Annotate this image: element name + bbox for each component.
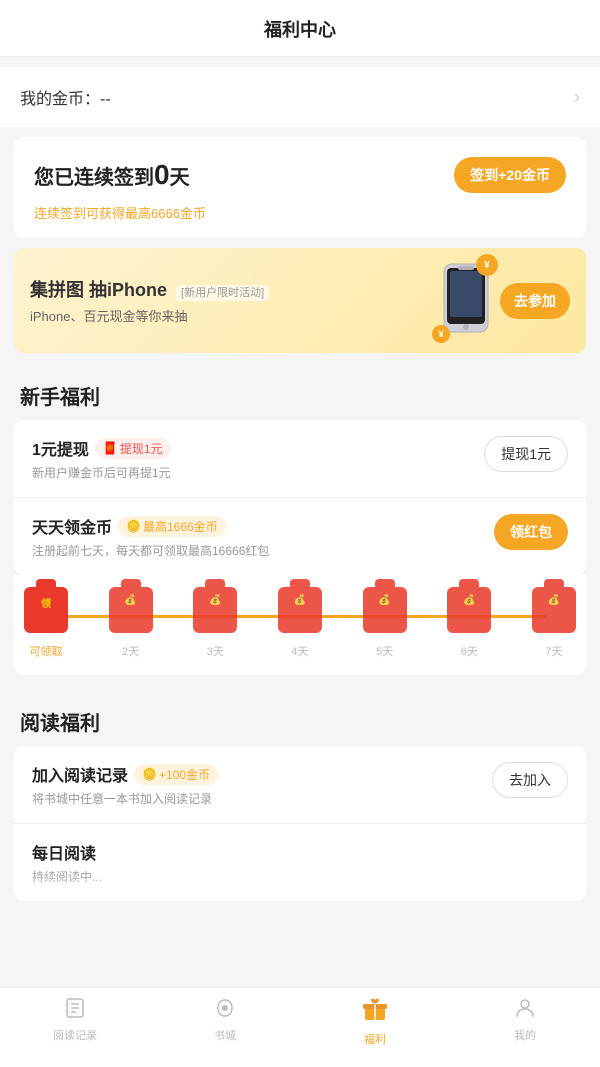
redpack-label-4: 5天 — [376, 643, 393, 659]
welfare-action-2: 领红包 — [494, 514, 568, 550]
reading-tag-1: 🪙 +100金币 — [134, 764, 218, 785]
reading-action-1: 去加入 — [492, 762, 568, 798]
banner-subtitle: iPhone、百元现金等你来抽 — [30, 306, 269, 325]
redpack-bag-5: 💰 — [447, 587, 491, 637]
nav-item-mine[interactable]: 我的 — [450, 996, 600, 1047]
banner-title: 集拼图 抽iPhone [新用户限时活动] — [30, 276, 269, 302]
bottom-nav: 阅读记录 书城 福利 我的 — [0, 987, 600, 1067]
welfare-name-2: 天天领金币 🪙 最高1666金币 — [32, 514, 269, 538]
banner-left: 集拼图 抽iPhone [新用户限时活动] iPhone、百元现金等你来抽 — [30, 276, 269, 325]
redpack-row: 领 可领取 💰 2天 💰 — [14, 575, 586, 675]
redpack-bag-6: 💰 — [532, 587, 576, 637]
redpack-item-6: 💰 7天 — [532, 587, 576, 659]
reading-item-1: 加入阅读记录 🪙 +100金币 将书城中任意一本书加入阅读记录 去加入 — [14, 746, 586, 824]
signin-subtitle: 连续签到可获得最高6666金币 — [34, 203, 566, 222]
reading-welfare-container: 加入阅读记录 🪙 +100金币 将书城中任意一本书加入阅读记录 去加入 — [14, 746, 586, 901]
nav-label-reading: 阅读记录 — [53, 1027, 97, 1043]
coins-label: 我的金币：-- — [20, 85, 111, 109]
welfare-icon — [361, 996, 389, 1028]
coin-decoration: ¥ — [476, 254, 498, 276]
nav-label-bookstore: 书城 — [214, 1027, 236, 1043]
reading-info-1: 加入阅读记录 🪙 +100金币 将书城中任意一本书加入阅读记录 — [32, 762, 218, 807]
redpack-bag-4: 💰 — [363, 587, 407, 637]
reading-desc-1: 将书城中任意一本书加入阅读记录 — [32, 790, 218, 807]
coin-decoration-bottom: ¥ — [432, 325, 450, 343]
redpack-bag-3: 💰 — [278, 587, 322, 637]
nav-label-mine: 我的 — [514, 1027, 536, 1043]
redpack-item-1: 💰 2天 — [109, 587, 153, 659]
beginner-welfare-container: 1元提现 🧧 提现1元 新用户赚金币后可再提1元 提现1元 天天领金币 🪙 — [14, 420, 586, 575]
reading-name-2: 每日阅读 — [32, 840, 102, 864]
signin-button[interactable]: 签到+20金币 — [454, 157, 566, 193]
signin-top: 您已连续签到0天 签到+20金币 — [34, 157, 566, 193]
add-reading-button[interactable]: 去加入 — [492, 762, 568, 798]
redpack-button[interactable]: 领红包 — [494, 514, 568, 550]
signin-card: 您已连续签到0天 签到+20金币 连续签到可获得最高6666金币 — [14, 137, 586, 238]
welfare-info-1: 1元提现 🧧 提现1元 新用户赚金币后可再提1元 — [32, 436, 171, 481]
welfare-name-1: 1元提现 🧧 提现1元 — [32, 436, 171, 460]
welfare-action-1: 提现1元 — [484, 436, 568, 472]
header-title: 福利中心 — [264, 20, 336, 40]
withdraw-button[interactable]: 提现1元 — [484, 436, 568, 472]
redpack-label-6: 7天 — [545, 643, 562, 659]
welfare-desc-1: 新用户赚金币后可再提1元 — [32, 464, 171, 481]
nav-item-reading[interactable]: 阅读记录 — [0, 996, 150, 1047]
welfare-item-1: 1元提现 🧧 提现1元 新用户赚金币后可再提1元 提现1元 — [14, 420, 586, 498]
reading-name-1: 加入阅读记录 🪙 +100金币 — [32, 762, 218, 786]
redpack-label-0: 可领取 — [30, 643, 63, 659]
redpack-bag-2: 💰 — [193, 587, 237, 637]
bookstore-icon — [213, 996, 237, 1024]
nav-item-bookstore[interactable]: 书城 — [150, 996, 300, 1047]
reading-section: 阅读福利 加入阅读记录 🪙 +100金币 将书城中任意一本书加入阅读记录 去加入 — [0, 689, 600, 901]
redpack-label-3: 4天 — [291, 643, 308, 659]
beginner-section-title: 新手福利 — [0, 363, 600, 420]
iphone-banner: 集拼图 抽iPhone [新用户限时活动] iPhone、百元现金等你来抽 ¥ — [14, 248, 586, 353]
reading-item-2: 每日阅读 持续阅读中... — [14, 824, 586, 901]
redpack-item-4: 💰 5天 — [363, 587, 407, 659]
redpack-label-1: 2天 — [122, 643, 139, 659]
welfare-tag-1: 🧧 提现1元 — [95, 438, 171, 459]
welfare-desc-2: 注册起前七天，每天都可领取最高16666红包 — [32, 542, 269, 559]
coins-row[interactable]: 我的金币：-- › — [0, 67, 600, 127]
nav-label-welfare: 福利 — [364, 1031, 386, 1047]
redpack-item-2: 💰 3天 — [193, 587, 237, 659]
page-header: 福利中心 — [0, 0, 600, 57]
redpack-label-5: 6天 — [461, 643, 478, 659]
nav-item-welfare[interactable]: 福利 — [300, 996, 450, 1047]
redpack-item-5: 💰 6天 — [447, 587, 491, 659]
fade-overlay — [14, 871, 586, 901]
redpack-item-0[interactable]: 领 可领取 — [24, 587, 68, 659]
redpack-item-3: 💰 4天 — [278, 587, 322, 659]
chevron-right-icon: › — [574, 87, 580, 108]
redpack-items: 领 可领取 💰 2天 💰 — [24, 587, 576, 659]
signin-title: 您已连续签到0天 — [34, 159, 190, 191]
welfare-tag-2: 🪙 最高1666金币 — [118, 516, 226, 537]
banner-right: ¥ ¥ 去参加 — [442, 262, 570, 339]
join-button[interactable]: 去参加 — [500, 283, 570, 319]
redpack-bag-1: 💰 — [109, 587, 153, 637]
redpack-bag-0: 领 — [24, 587, 68, 637]
reading-section-title: 阅读福利 — [0, 689, 600, 746]
reading-record-icon — [63, 996, 87, 1024]
redpack-label-2: 3天 — [207, 643, 224, 659]
mine-icon — [513, 996, 537, 1024]
welfare-info-2: 天天领金币 🪙 最高1666金币 注册起前七天，每天都可领取最高16666红包 — [32, 514, 269, 559]
welfare-item-2: 天天领金币 🪙 最高1666金币 注册起前七天，每天都可领取最高16666红包 … — [14, 498, 586, 575]
